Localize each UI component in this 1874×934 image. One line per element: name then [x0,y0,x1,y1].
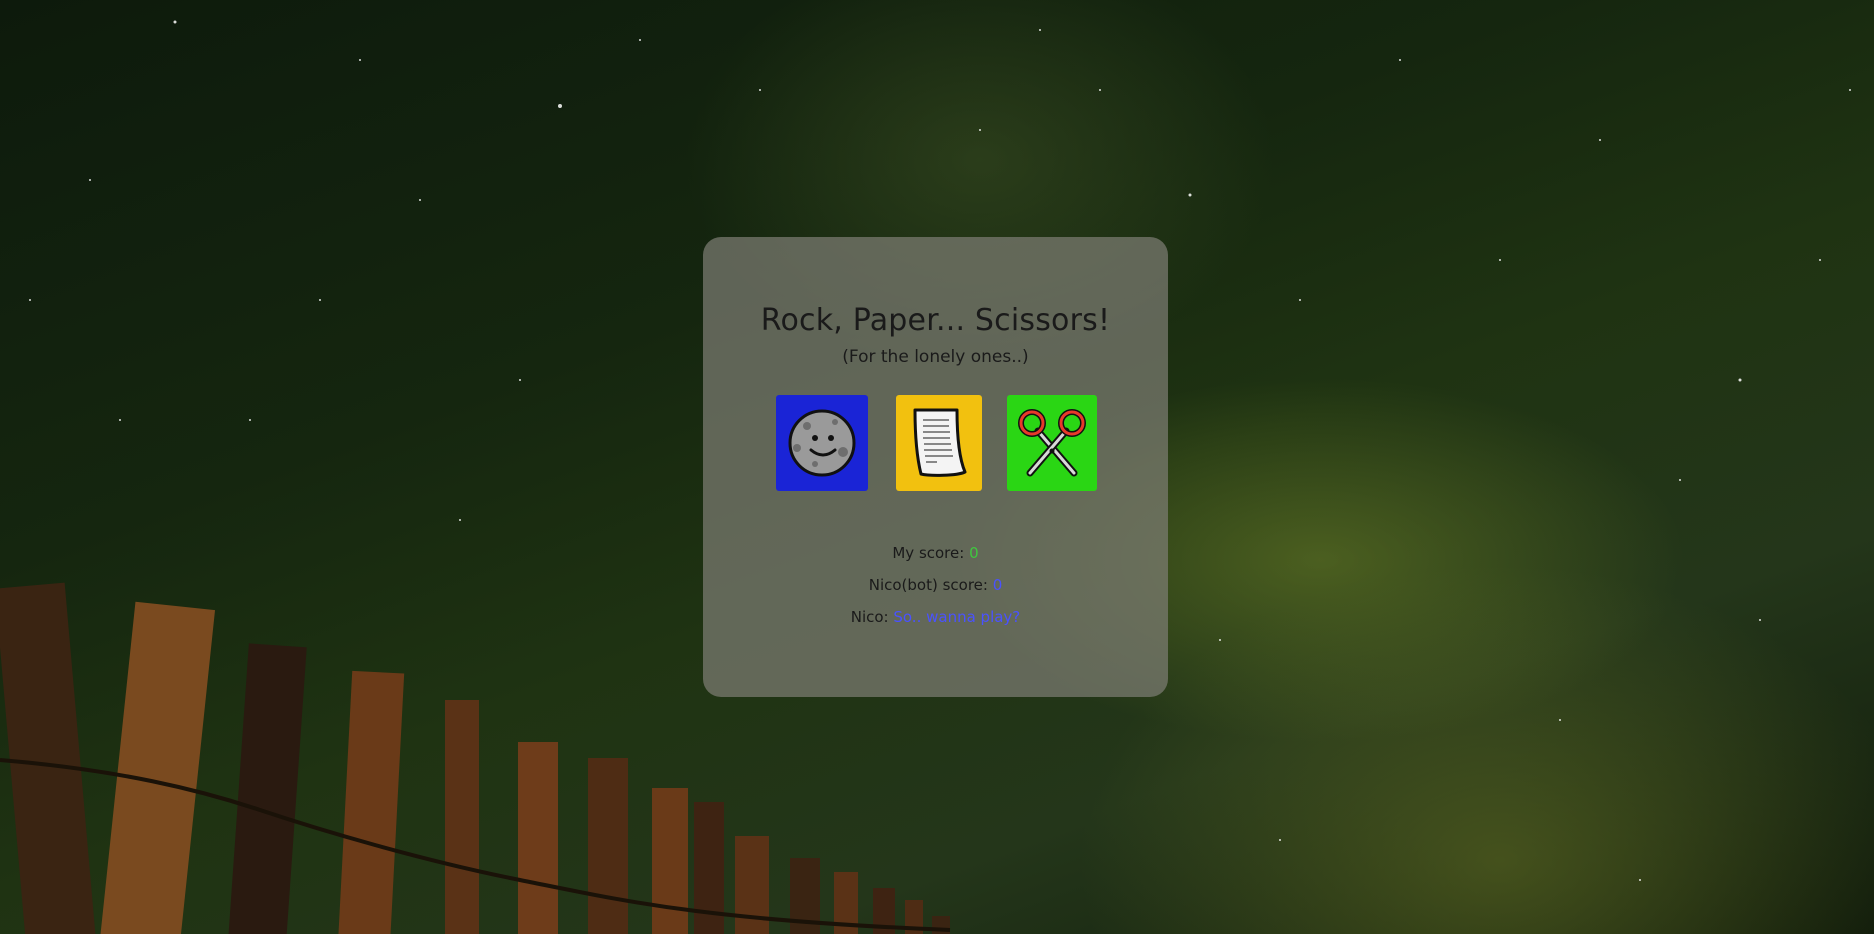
bot-message: So.. wanna play? [893,608,1021,626]
moon-face-icon [788,409,856,477]
bot-score-row: Nico(bot) score: 0 [703,569,1168,601]
rock-button[interactable] [776,395,868,491]
my-score-value: 0 [969,544,979,562]
paper-button[interactable] [896,395,982,491]
my-score-row: My score: 0 [703,537,1168,569]
bot-score-value: 0 [992,576,1003,594]
paper-scroll-icon [913,408,967,477]
page-title: Rock, Paper... Scissors! [760,303,1111,338]
score-panel: My score: 0 Nico(bot) score: 0 Nico: So.… [703,537,1168,633]
bot-message-row: Nico: So.. wanna play? [703,601,1168,633]
scissors-icon [1018,409,1086,477]
game-card: Rock, Paper... Scissors! (For the lonely… [703,237,1168,697]
page-subtitle: (For the lonely ones..) [842,347,1029,367]
my-score-label: My score: [892,544,965,562]
scissors-button[interactable] [1007,395,1097,491]
bot-name-label: Nico: [850,608,889,626]
choice-buttons [776,395,1097,491]
bot-score-label: Nico(bot) score: [868,576,988,594]
